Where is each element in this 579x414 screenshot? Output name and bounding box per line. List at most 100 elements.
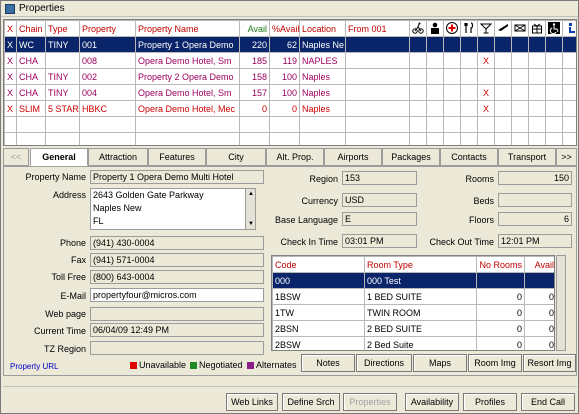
row-x[interactable]: X bbox=[4, 68, 17, 85]
table-row[interactable]: 1TW TWIN ROOM 0 0 bbox=[272, 304, 554, 321]
table-row[interactable]: X CHA TINY 002 Property 2 Opera Demo 158… bbox=[4, 68, 576, 85]
directions-button[interactable]: Directions bbox=[356, 354, 412, 372]
currency-label: Currency bbox=[301, 196, 338, 206]
base-language-label: Base Language bbox=[274, 215, 338, 225]
table-row[interactable]: X WC TINY 001 Property 1 Opera Demo 220 … bbox=[4, 36, 576, 53]
dining-icon[interactable] bbox=[460, 20, 478, 37]
row-x[interactable]: X bbox=[4, 52, 17, 69]
col-no-rooms[interactable]: No Rooms bbox=[476, 256, 525, 273]
checkout-time-field: 12:01 PM bbox=[498, 234, 572, 248]
table-row[interactable]: X CHA TINY 004 Opera Demo Hotel, Sm 157 … bbox=[4, 84, 576, 101]
col-code[interactable]: Code bbox=[272, 256, 365, 273]
phone-field[interactable]: (941) 430-0004 bbox=[90, 236, 264, 250]
scroll-up-icon[interactable]: ▲ bbox=[247, 190, 255, 198]
row-from bbox=[345, 52, 410, 69]
table-row[interactable]: X CHA 008 Opera Demo Hotel, Sm 185 119 N… bbox=[4, 52, 576, 69]
medical-cross-icon[interactable] bbox=[443, 20, 461, 37]
cyclist-icon[interactable] bbox=[409, 20, 427, 37]
room-count: 0 bbox=[476, 320, 525, 337]
flag-cell bbox=[409, 84, 427, 101]
col-room-type[interactable]: Room Type bbox=[364, 256, 477, 273]
property-url-link[interactable]: Property URL bbox=[10, 362, 58, 371]
table-row bbox=[4, 116, 576, 133]
cocktail-icon[interactable] bbox=[477, 20, 495, 37]
gift-icon[interactable] bbox=[528, 20, 546, 37]
tab-attraction[interactable]: Attraction bbox=[88, 148, 148, 166]
row-avail: 185 bbox=[239, 52, 270, 69]
region-field: 153 bbox=[342, 171, 417, 185]
person-icon[interactable] bbox=[426, 20, 444, 37]
address-label: Address bbox=[52, 190, 86, 200]
define-search-button[interactable]: Define Srch bbox=[282, 393, 340, 411]
room-img-button[interactable]: Room Img bbox=[468, 354, 522, 372]
flag-cell bbox=[426, 68, 444, 85]
property-name-field[interactable]: Property 1 Opera Demo Multi Hotel bbox=[90, 170, 264, 184]
notes-button[interactable]: Notes bbox=[301, 354, 355, 372]
properties-button[interactable]: Properties bbox=[343, 393, 397, 411]
table-row[interactable]: X SLIM 5 STAR HBKC Opera Demo Hotel, Mec… bbox=[4, 100, 576, 117]
flag-cell bbox=[409, 68, 427, 85]
region-label: Region bbox=[309, 174, 338, 184]
email-field[interactable]: propertyfour@micros.com bbox=[90, 288, 264, 302]
tab-general[interactable]: General bbox=[30, 148, 88, 166]
properties-grid[interactable]: X Chain Type Property Property Name Avai… bbox=[3, 19, 577, 146]
tab-packages[interactable]: Packages bbox=[382, 148, 440, 166]
tz-region-label: TZ Region bbox=[43, 344, 86, 354]
tab-contacts[interactable]: Contacts bbox=[440, 148, 498, 166]
table-row[interactable]: 1BSW 1 BED SUITE 0 0 bbox=[272, 288, 554, 305]
flag-cell bbox=[528, 68, 546, 85]
table-row[interactable]: 000 000 Test bbox=[272, 272, 554, 289]
table-row[interactable]: 2BSN 2 BED SUITE 0 0 bbox=[272, 320, 554, 337]
end-call-button[interactable]: End Call bbox=[521, 393, 575, 411]
room-type: 000 Test bbox=[364, 272, 477, 289]
concierge-icon[interactable] bbox=[562, 20, 576, 37]
tab-alt-prop[interactable]: Alt. Prop. bbox=[266, 148, 324, 166]
flag-cell bbox=[528, 36, 546, 53]
room-types-table[interactable]: Code Room Type No Rooms Avail 000 000 Te… bbox=[271, 255, 555, 351]
profiles-button[interactable]: Profiles bbox=[463, 393, 517, 411]
tollfree-label: Toll Free bbox=[51, 272, 86, 282]
col-pct-avail[interactable]: %Avail bbox=[269, 20, 300, 37]
tab-features[interactable]: Features bbox=[148, 148, 206, 166]
address-line-1: 2643 Golden Gate Parkway bbox=[93, 190, 204, 200]
tab-airports[interactable]: Airports bbox=[324, 148, 382, 166]
alternates-swatch bbox=[247, 362, 254, 369]
row-chain: CHA bbox=[16, 68, 46, 85]
resort-img-button[interactable]: Resort Img bbox=[523, 354, 576, 372]
room-count bbox=[476, 272, 525, 289]
flag-cell bbox=[562, 52, 576, 69]
col-x[interactable]: X bbox=[4, 20, 17, 37]
address-field[interactable]: 2643 Golden Gate Parkway Naples New FL ▲… bbox=[90, 188, 256, 230]
window-title: Properties bbox=[19, 3, 65, 14]
col-chain[interactable]: Chain bbox=[16, 20, 46, 37]
table-row[interactable]: 2BSW 2 Bed Suite 0 0 bbox=[272, 336, 554, 350]
col-room-avail[interactable]: Avail bbox=[524, 256, 554, 273]
web-links-button[interactable]: Web Links bbox=[226, 393, 278, 411]
row-x[interactable]: X bbox=[4, 84, 17, 101]
col-property[interactable]: Property bbox=[79, 20, 136, 37]
fax-field[interactable]: (941) 571-0004 bbox=[90, 253, 264, 267]
room-table-scrollbar[interactable] bbox=[556, 255, 566, 351]
row-x[interactable]: X bbox=[4, 100, 17, 117]
airplane-icon[interactable] bbox=[494, 20, 512, 37]
col-type[interactable]: Type bbox=[45, 20, 80, 37]
tab-prev-button[interactable]: << bbox=[3, 148, 29, 166]
room-type: 1 BED SUITE bbox=[364, 288, 477, 305]
ticket-icon[interactable] bbox=[511, 20, 529, 37]
maps-button[interactable]: Maps bbox=[413, 354, 467, 372]
accessibility-icon[interactable] bbox=[545, 20, 563, 37]
tab-transport[interactable]: Transport bbox=[498, 148, 556, 166]
room-code: 000 bbox=[272, 272, 365, 289]
row-property: 004 bbox=[79, 84, 136, 101]
tab-city[interactable]: City bbox=[206, 148, 266, 166]
tab-next-button[interactable]: >> bbox=[556, 148, 577, 166]
col-from[interactable]: From 001 bbox=[345, 20, 410, 37]
row-x[interactable]: X bbox=[4, 36, 17, 53]
availability-button[interactable]: Availability bbox=[405, 393, 459, 411]
col-property-name[interactable]: Property Name bbox=[135, 20, 240, 37]
col-avail[interactable]: Avail bbox=[239, 20, 270, 37]
tollfree-field[interactable]: (800) 643-0004 bbox=[90, 270, 264, 284]
webpage-field[interactable] bbox=[90, 307, 264, 321]
col-location[interactable]: Location bbox=[299, 20, 346, 37]
tz-region-field[interactable] bbox=[90, 341, 264, 355]
